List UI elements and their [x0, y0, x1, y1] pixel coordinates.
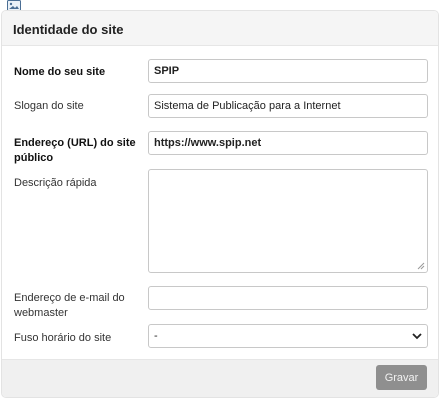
description-textarea[interactable]: [148, 169, 428, 273]
chevron-down-icon: [412, 332, 422, 339]
form-footer: Gravar: [2, 359, 438, 397]
timezone-select[interactable]: -: [148, 324, 428, 348]
save-button[interactable]: Gravar: [376, 365, 427, 390]
slogan-input[interactable]: Sistema de Publicação para a Internet: [148, 94, 428, 118]
url-value: https://www.spip.net: [154, 137, 262, 149]
resize-grip-icon[interactable]: [417, 262, 425, 270]
url-label: Endereço (URL) do site público: [14, 137, 136, 164]
slogan-label: Slogan do site: [14, 100, 84, 112]
panel-title: Identidade do site: [2, 11, 438, 46]
slogan-value: Sistema de Publicação para a Internet: [154, 100, 341, 112]
email-label: Endereço de e-mail do webmaster: [14, 292, 125, 319]
site-name-value: SPIP: [154, 65, 180, 77]
description-label: Descrição rápida: [14, 177, 97, 189]
site-identity-panel: Identidade do site Nome do seu site SPIP…: [1, 10, 439, 398]
timezone-label: Fuso horário do site: [14, 332, 112, 344]
timezone-value: -: [154, 330, 158, 342]
site-name-input[interactable]: SPIP: [148, 59, 428, 83]
email-input[interactable]: [148, 286, 428, 310]
site-name-label: Nome do seu site: [14, 66, 106, 78]
url-input[interactable]: https://www.spip.net: [148, 131, 428, 155]
